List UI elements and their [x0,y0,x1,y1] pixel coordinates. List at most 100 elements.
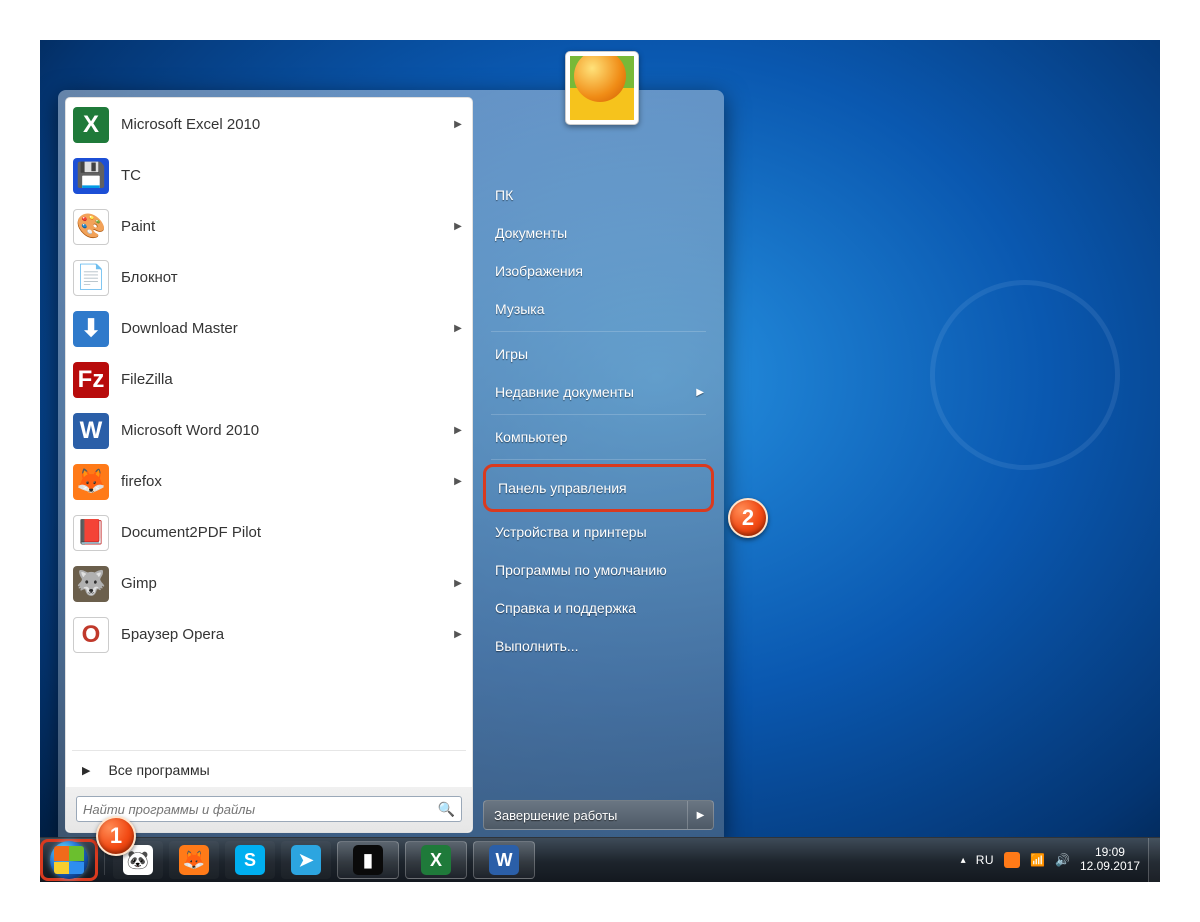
telegram-icon: ➤ [291,845,321,875]
user-picture-frame[interactable] [565,51,639,125]
program-label: Document2PDF Pilot [121,524,463,541]
program-item[interactable]: OБраузер Opera▶ [67,609,471,660]
system-item-label: Музыка [495,301,545,317]
program-icon: X [73,107,109,143]
program-item[interactable]: Fz FileZilla [67,354,471,405]
search-box[interactable]: 🔍 [76,796,462,822]
taskbar-item-skype[interactable]: S [225,841,275,879]
program-item[interactable]: XMicrosoft Excel 2010▶ [67,99,471,150]
system-item-label: Выполнить... [495,638,579,654]
windows-logo-icon [50,841,88,879]
chevron-right-icon: ▶ [696,387,704,398]
system-item[interactable]: Устройства и принтеры [483,513,714,551]
program-icon: 🦊 [73,464,109,500]
shutdown-options-button[interactable]: ▶ [687,801,713,829]
system-tray: ▴ RU 📶 🔊 19:09 12.09.2017 [961,846,1148,874]
separator [491,459,706,460]
program-icon: ⬇ [73,311,109,347]
clock-time: 19:09 [1080,846,1140,860]
volume-icon[interactable]: 🔊 [1055,853,1070,867]
network-icon[interactable]: 📶 [1030,853,1045,867]
chevron-right-icon: ▶ [453,425,463,436]
clock[interactable]: 19:09 12.09.2017 [1080,846,1140,874]
start-button[interactable] [40,839,98,881]
chevron-right-icon: ▶ [453,119,463,130]
taskbar-item-word[interactable]: W [473,841,535,879]
system-item-label: Недавние документы [495,384,634,400]
separator [72,750,466,751]
system-item[interactable]: Справка и поддержка [483,589,714,627]
callout-badge-1-label: 1 [110,823,122,849]
system-item-label: ПК [495,187,513,203]
language-indicator[interactable]: RU [976,853,994,867]
shutdown-button[interactable]: Завершение работы▶ [483,800,714,830]
program-label: firefox [121,473,453,490]
program-label: Paint [121,218,453,235]
all-programs-label: Все программы [108,762,209,778]
system-item[interactable]: Недавние документы ▶ [483,373,714,411]
program-item[interactable]: 🎨 Paint▶ [67,201,471,252]
skype-icon: S [235,845,265,875]
terminal-icon: ▮ [353,845,383,875]
all-programs[interactable]: ▶ Все программы [66,753,472,787]
system-item[interactable]: Программы по умолчанию [483,551,714,589]
system-item-label: Панель управления [498,480,627,496]
program-icon: 📕 [73,515,109,551]
system-item[interactable]: Музыка [483,290,714,328]
taskbar-item-telegram[interactable]: ➤ [281,841,331,879]
system-item-label: Устройства и принтеры [495,524,647,540]
program-item[interactable]: 🦊 firefox▶ [67,456,471,507]
program-list: XMicrosoft Excel 2010▶💾TC🎨Paint▶📄Блокнот… [66,98,472,748]
start-menu-right-pane: ПКДокументыИзображенияМузыкаИгрыНедавние… [473,90,724,840]
system-item-control-panel[interactable]: Панель управления [483,464,714,512]
program-label: Блокнот [121,269,463,286]
taskbar-item-terminal[interactable]: ▮ [337,841,399,879]
system-item[interactable]: Выполнить... [483,627,714,665]
program-icon: 📄 [73,260,109,296]
user-picture [570,56,634,120]
excel-icon: X [421,845,451,875]
chevron-right-icon: ▶ [453,476,463,487]
system-item-label: Программы по умолчанию [495,562,667,578]
separator [491,414,706,415]
system-item[interactable]: Компьютер [483,418,714,456]
program-item[interactable]: WMicrosoft Word 2010▶ [67,405,471,456]
program-item[interactable]: ⬇Download Master▶ [67,303,471,354]
system-item[interactable]: Изображения [483,252,714,290]
system-item-label: Документы [495,225,567,241]
system-item[interactable]: Документы [483,214,714,252]
chevron-right-icon: ▶ [453,578,463,589]
show-desktop-button[interactable] [1148,838,1160,883]
tray-app-icon[interactable] [1004,852,1020,868]
firefox-icon: 🦊 [179,845,209,875]
program-label: Gimp [121,575,453,592]
word-icon: W [489,845,519,875]
system-item-label: Изображения [495,263,583,279]
taskbar-items: 🐼🦊S➤▮XW [111,841,535,879]
system-item[interactable]: ПК [483,176,714,214]
program-item[interactable]: 📄 Блокнот [67,252,471,303]
system-item-label: Справка и поддержка [495,600,636,616]
program-icon: Fz [73,362,109,398]
system-item[interactable]: Игры [483,335,714,373]
taskbar-item-firefox[interactable]: 🦊 [169,841,219,879]
program-icon: 💾 [73,158,109,194]
start-menu-left-pane: XMicrosoft Excel 2010▶💾TC🎨Paint▶📄Блокнот… [65,97,473,833]
program-icon: W [73,413,109,449]
start-menu: XMicrosoft Excel 2010▶💾TC🎨Paint▶📄Блокнот… [58,90,724,840]
program-item[interactable]: 💾TC [67,150,471,201]
taskbar-item-excel[interactable]: X [405,841,467,879]
shutdown-label: Завершение работы [484,801,687,829]
search-input[interactable] [83,802,438,817]
program-label: FileZilla [121,371,463,388]
callout-badge-2-label: 2 [742,505,754,531]
program-item[interactable]: 🐺 Gimp▶ [67,558,471,609]
separator [491,331,706,332]
chevron-right-icon: ▶ [453,221,463,232]
program-icon: 🎨 [73,209,109,245]
chevron-right-icon: ▶ [82,764,90,777]
program-item[interactable]: 📕 Document2PDF Pilot [67,507,471,558]
tray-overflow-icon[interactable]: ▴ [961,855,966,866]
chevron-right-icon: ▶ [453,629,463,640]
program-icon: 🐺 [73,566,109,602]
